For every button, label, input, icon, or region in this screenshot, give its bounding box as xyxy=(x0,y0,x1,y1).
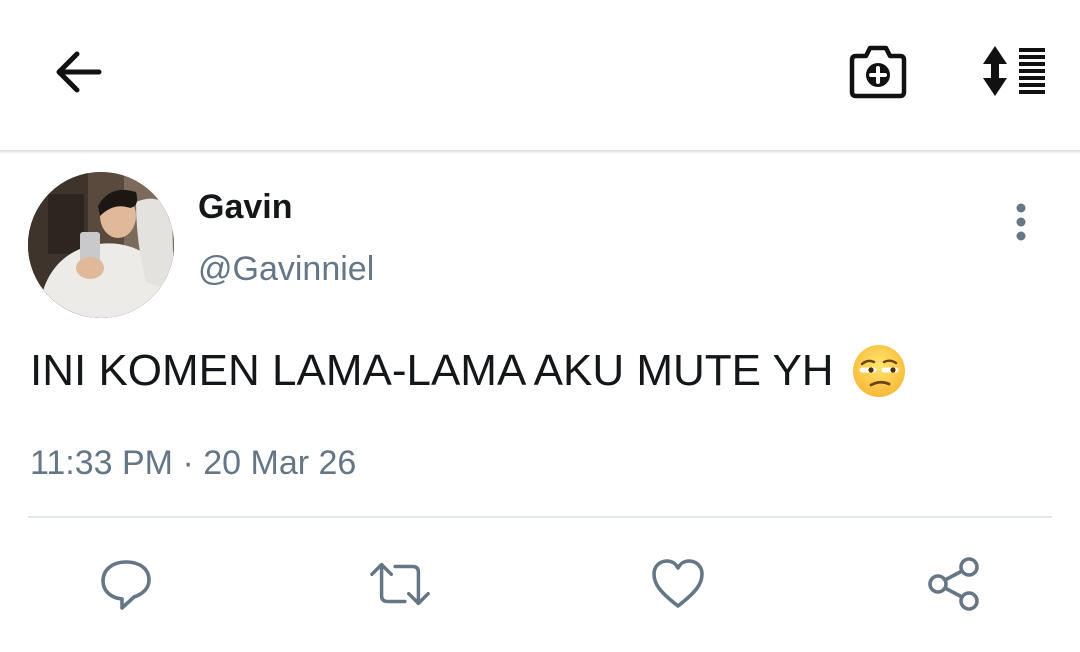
back-button[interactable] xyxy=(48,44,108,100)
sort-list-icon xyxy=(983,46,1045,96)
divider xyxy=(28,516,1052,518)
tweet-text: INI KOMEN LAMA-LAMA AKU MUTE YH xyxy=(30,346,834,395)
camera-button[interactable] xyxy=(844,40,912,102)
reply-button[interactable] xyxy=(94,552,158,616)
timestamp-separator: · xyxy=(182,444,194,482)
tweet-body: INI KOMEN LAMA-LAMA AKU MUTE YH xyxy=(30,344,906,398)
sort-button[interactable] xyxy=(974,40,1054,102)
top-app-bar xyxy=(0,0,1080,150)
share-icon xyxy=(928,557,979,611)
more-options-button[interactable] xyxy=(1000,196,1042,248)
heart-icon xyxy=(652,559,704,608)
like-button[interactable] xyxy=(646,552,710,616)
author-name[interactable]: Gavin xyxy=(198,188,292,227)
arrow-left-icon xyxy=(56,51,102,93)
avatar-photo xyxy=(28,172,174,318)
author-handle[interactable]: @Gavinniel xyxy=(198,250,374,289)
unamused-face-emoji xyxy=(852,345,905,397)
reply-icon xyxy=(101,560,151,610)
share-button[interactable] xyxy=(922,552,986,616)
tweet-date: 20 Mar 26 xyxy=(203,444,357,482)
retweet-button[interactable] xyxy=(368,552,432,616)
camera-plus-icon xyxy=(849,45,907,99)
avatar[interactable] xyxy=(28,172,174,318)
retweet-icon xyxy=(370,562,430,606)
more-vertical-icon xyxy=(1016,203,1026,241)
tweet-timestamp: 11:33 PM · 20 Mar 26 xyxy=(30,444,356,483)
top-bar-shadow xyxy=(0,150,1080,154)
tweet-time: 11:33 PM xyxy=(30,444,174,482)
